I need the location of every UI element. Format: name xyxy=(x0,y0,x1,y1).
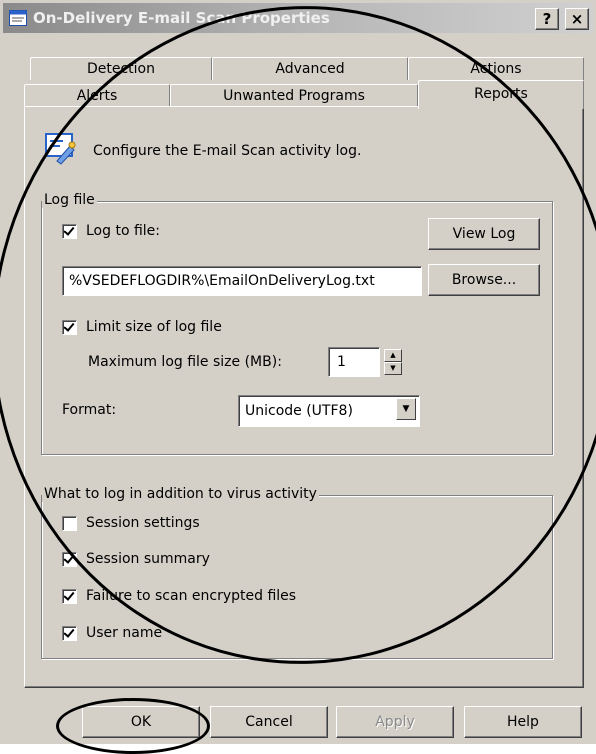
tab-detection[interactable]: Detection xyxy=(30,57,212,80)
log-file-group: Log file Log to file: View Log %VSEDEFLO… xyxy=(41,192,553,455)
tab-actions[interactable]: Actions xyxy=(408,57,584,80)
view-log-button[interactable]: View Log xyxy=(428,218,540,250)
log-to-file-checkbox[interactable] xyxy=(62,224,77,239)
format-label: Format: xyxy=(62,402,117,418)
chevron-down-icon[interactable]: ▼ xyxy=(396,398,416,420)
help-button[interactable]: Help xyxy=(464,706,582,738)
tab-alerts[interactable]: Alerts xyxy=(24,84,170,107)
properties-dialog: On-Delivery E-mail Scan Properties ? × D… xyxy=(0,0,596,754)
log-path-field[interactable]: %VSEDEFLOGDIR%\EmailOnDeliveryLog.txt xyxy=(62,266,422,296)
reports-panel: Configure the E-mail Scan activity log. … xyxy=(24,106,584,688)
window-title: On-Delivery E-mail Scan Properties xyxy=(33,9,330,27)
close-title-button[interactable]: × xyxy=(565,8,589,30)
session-summary-checkbox[interactable] xyxy=(62,552,77,567)
tab-unwanted-programs[interactable]: Unwanted Programs xyxy=(170,84,418,107)
session-settings-checkbox[interactable] xyxy=(62,516,77,531)
window-icon xyxy=(9,10,27,26)
limit-size-label: Limit size of log file xyxy=(86,319,222,335)
tab-reports[interactable]: Reports xyxy=(418,80,584,109)
header-text: Configure the E-mail Scan activity log. xyxy=(93,143,362,159)
apply-button[interactable]: Apply xyxy=(336,706,454,738)
log-config-icon xyxy=(45,133,76,165)
user-name-label: User name xyxy=(86,625,163,641)
title-bar[interactable]: On-Delivery E-mail Scan Properties ? × xyxy=(3,3,593,33)
tab-advanced[interactable]: Advanced xyxy=(212,57,408,80)
ok-button[interactable]: OK xyxy=(82,706,200,738)
max-size-label: Maximum log file size (MB): xyxy=(88,354,282,370)
user-name-checkbox[interactable] xyxy=(62,626,77,641)
what-to-log-group: What to log in addition to virus activit… xyxy=(41,486,553,659)
failure-encrypted-checkbox[interactable] xyxy=(62,589,77,604)
help-title-button[interactable]: ? xyxy=(535,8,559,30)
browse-button[interactable]: Browse... xyxy=(428,264,540,296)
log-file-group-label: Log file xyxy=(42,192,97,208)
cancel-button[interactable]: Cancel xyxy=(210,706,328,738)
failure-encrypted-label: Failure to scan encrypted files xyxy=(86,588,297,604)
session-summary-label: Session summary xyxy=(86,551,210,567)
max-size-field[interactable]: 1 xyxy=(328,347,380,377)
spin-up-icon[interactable]: ▲ xyxy=(384,349,402,362)
log-to-file-label: Log to file: xyxy=(86,223,160,239)
session-settings-label: Session settings xyxy=(86,515,200,531)
format-select[interactable]: Unicode (UTF8) xyxy=(238,395,420,427)
limit-size-checkbox[interactable] xyxy=(62,320,77,335)
spin-down-icon[interactable]: ▼ xyxy=(384,362,402,375)
what-to-log-group-label: What to log in addition to virus activit… xyxy=(42,486,319,502)
